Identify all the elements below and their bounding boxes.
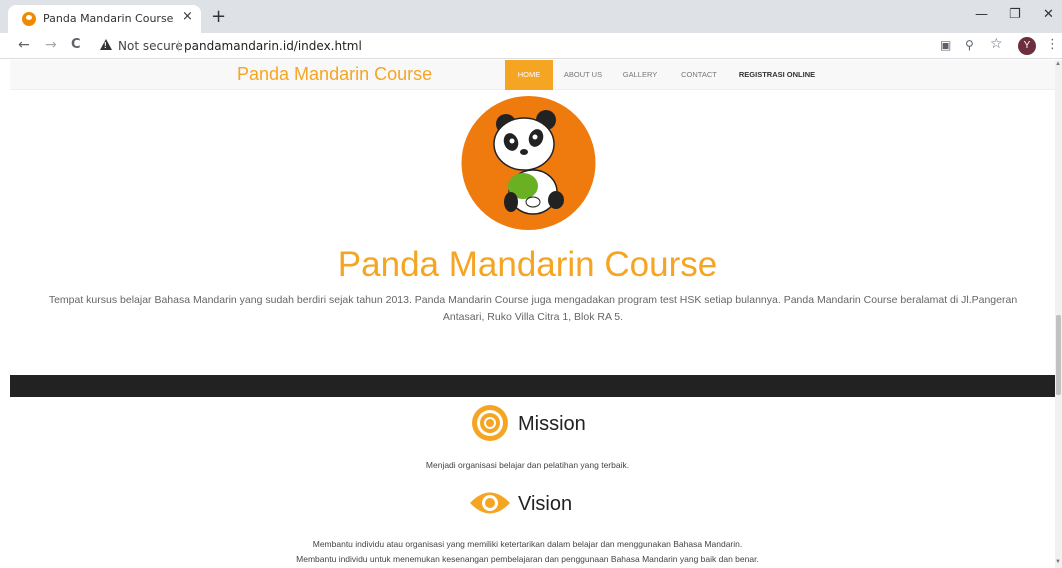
vision-text-line-1: Membantu individu atau organisasi yang m… <box>312 539 743 549</box>
nav-about-us[interactable]: ABOUT US <box>561 60 605 90</box>
eye-icon <box>470 492 510 514</box>
tab-title: Panda Mandarin Course <box>43 12 174 25</box>
page-viewport: Panda Mandarin Course HOME ABOUT US GALL… <box>0 60 1055 568</box>
translate-icon[interactable]: ▣ <box>940 38 951 52</box>
browser-toolbar: ← → C Not secure | pandamandarin.id/inde… <box>0 33 1062 59</box>
minimize-button[interactable]: — <box>975 7 988 22</box>
vision-text-line-2: Membantu individu untuk menemukan kesena… <box>296 554 759 564</box>
browser-menu-icon[interactable]: ⋮ <box>1046 37 1059 52</box>
vision-title: Vision <box>518 493 573 515</box>
nav-contact[interactable]: CONTACT <box>679 60 719 90</box>
nav-registrasi-online[interactable]: REGISTRASI ONLINE <box>737 60 817 90</box>
hero-title: Panda Mandarin Course <box>337 245 718 284</box>
forward-button[interactable]: → <box>45 37 57 53</box>
browser-tab[interactable]: Panda Mandarin Course × <box>8 5 201 33</box>
vision-text: Membantu individu atau organisasi yang m… <box>0 537 1055 567</box>
panda-favicon-icon <box>22 12 36 26</box>
site-brand[interactable]: Panda Mandarin Course <box>237 64 432 85</box>
zoom-icon[interactable]: ⚲ <box>965 38 974 52</box>
nav-home[interactable]: HOME <box>505 60 553 90</box>
scroll-down-icon[interactable]: ▼ <box>1055 559 1061 565</box>
hero-description: Tempat kursus belajar Bahasa Mandarin ya… <box>28 292 1038 326</box>
new-tab-button[interactable]: + <box>211 6 226 27</box>
page-scrollbar[interactable]: ▲ ▼ <box>1055 60 1062 568</box>
warning-icon[interactable] <box>100 39 112 50</box>
tab-close-icon[interactable]: × <box>182 9 193 24</box>
url-separator: | <box>177 38 181 52</box>
hero-description-line-2: Antasari, Ruko Villa Citra 1, Blok RA 5. <box>442 311 624 323</box>
mission-title: Mission <box>518 413 586 435</box>
mission-text: Menjadi organisasi belajar dan pelatihan… <box>425 460 630 470</box>
reload-button[interactable]: C <box>71 37 81 52</box>
dark-divider-band <box>10 375 1055 397</box>
browser-tabstrip: Panda Mandarin Course × + — ❐ ✕ <box>0 0 1062 33</box>
close-window-button[interactable]: ✕ <box>1043 7 1054 22</box>
scroll-thumb[interactable] <box>1056 315 1061 395</box>
target-icon <box>472 405 508 441</box>
security-label[interactable]: Not secure <box>118 39 183 53</box>
hero-description-line-1: Tempat kursus belajar Bahasa Mandarin ya… <box>48 294 1018 306</box>
restore-button[interactable]: ❐ <box>1009 7 1021 22</box>
profile-avatar[interactable]: Y <box>1018 37 1036 55</box>
address-bar[interactable]: pandamandarin.id/index.html <box>184 39 362 53</box>
panda-logo-icon <box>461 96 596 230</box>
nav-gallery[interactable]: GALLERY <box>622 60 658 90</box>
bookmark-star-icon[interactable]: ☆ <box>990 36 1003 52</box>
back-button[interactable]: ← <box>18 37 30 53</box>
site-navbar: Panda Mandarin Course HOME ABOUT US GALL… <box>10 60 1055 90</box>
scroll-up-icon[interactable]: ▲ <box>1055 61 1061 67</box>
